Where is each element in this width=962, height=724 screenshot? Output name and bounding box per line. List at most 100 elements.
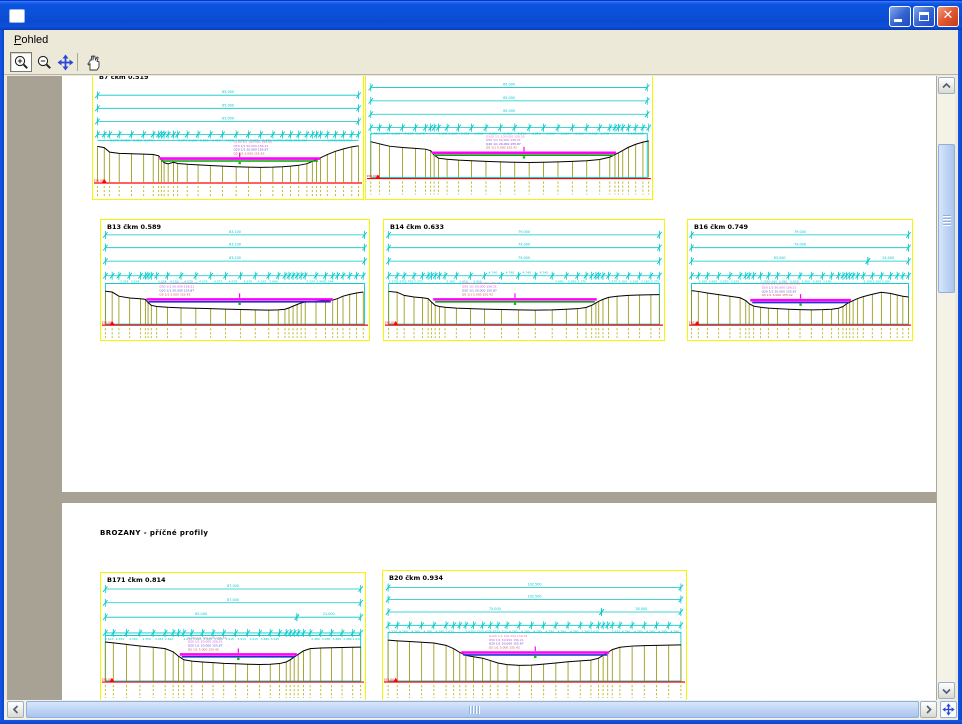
horizontal-scrollbar[interactable] (4, 700, 940, 719)
menu-bar: Pohled (4, 30, 958, 50)
svg-text:Q5 1/1 5.000 155.42: Q5 1/1 5.000 155.42 (188, 647, 219, 651)
menu-item-pohled[interactable]: Pohled (9, 32, 53, 48)
chevron-right-icon (926, 705, 932, 714)
svg-text:4.740: 4.740 (523, 271, 532, 275)
profile-chart-b171: B171 čkm 0.81487.00087.00062.00021.0002.… (100, 572, 366, 700)
vertical-scroll-thumb[interactable] (938, 144, 955, 293)
app-window: ✕ Pohled (0, 0, 962, 724)
svg-text:65.000: 65.000 (503, 109, 515, 113)
svg-text:75.000: 75.000 (489, 607, 501, 611)
document-viewport: BROZANY - příčné profily B7 čkm 0.519 65.… (4, 76, 958, 720)
svg-text:79.000: 79.000 (518, 230, 530, 234)
svg-text:87.000: 87.000 (227, 584, 239, 588)
window-icon (9, 9, 25, 23)
maximize-button[interactable] (913, 6, 935, 27)
pan-mode-button[interactable] (940, 701, 957, 718)
svg-text:83.100: 83.100 (229, 230, 241, 234)
svg-text:3.480: 3.480 (322, 637, 331, 641)
svg-text:28.000: 28.000 (635, 607, 647, 611)
app-body: Pohled (4, 30, 958, 720)
svg-text:4.740: 4.740 (506, 271, 515, 275)
svg-text:B20 čkm 0.934: B20 čkm 0.934 (389, 574, 444, 582)
thumb-grip (943, 215, 951, 216)
vertical-scrollbar[interactable] (936, 76, 955, 700)
thumb-grip (478, 706, 479, 714)
horizontal-scroll-thumb[interactable] (26, 701, 919, 718)
thumb-grip (472, 706, 473, 714)
pan-button[interactable] (54, 52, 76, 72)
thumb-grip (943, 218, 951, 219)
svg-text:Q5 1/1 5.000 155.42: Q5 1/1 5.000 155.42 (462, 292, 493, 296)
svg-text:B14 čkm 0.633: B14 čkm 0.633 (390, 223, 444, 231)
svg-text:2.610: 2.610 (105, 637, 114, 641)
svg-text:3.045: 3.045 (271, 637, 280, 641)
profile-chart-b13: B13 čkm 0.58983.10083.10083.1003.3243.32… (100, 219, 370, 341)
chevron-up-icon (942, 83, 951, 89)
svg-text:65.000: 65.000 (503, 82, 515, 86)
toolbar-separator (77, 53, 78, 71)
svg-text:Q5 1/1 5.000 155.42: Q5 1/1 5.000 155.42 (159, 292, 190, 296)
svg-text:150.00: 150.00 (367, 174, 378, 178)
close-icon: ✕ (938, 8, 958, 23)
profile-chart-p2: 65.00065.00065.0001.9502.2752.9252.9252.… (365, 76, 653, 200)
hand-icon (85, 54, 102, 71)
svg-text:4.740: 4.740 (539, 271, 548, 275)
svg-text:3.915: 3.915 (225, 637, 234, 641)
print-preview-canvas: BROZANY - příčné profily B7 čkm 0.519 65.… (7, 76, 936, 700)
toolbar (4, 50, 958, 75)
profile-chart-b20: B20 čkm 0.934102.500102.50075.00028.0003… (382, 570, 687, 700)
svg-text:65.000: 65.000 (222, 90, 234, 94)
pan-arrows-icon (57, 54, 74, 71)
section-header: BROZANY - příčné profily (100, 529, 208, 537)
title-bar[interactable]: ✕ (0, 0, 962, 30)
close-button[interactable]: ✕ (937, 6, 959, 27)
svg-text:Q5 1/1 5.000 155.42: Q5 1/1 5.000 155.42 (233, 152, 264, 156)
svg-text:63.000: 63.000 (774, 256, 786, 260)
scroll-right-button[interactable] (920, 701, 937, 718)
svg-text:4.350: 4.350 (129, 637, 138, 641)
hand-tool-button[interactable] (82, 52, 104, 72)
svg-text:65.000: 65.000 (222, 116, 234, 120)
svg-text:3.915: 3.915 (249, 637, 258, 641)
svg-text:3.915: 3.915 (155, 637, 164, 641)
window-border-right (958, 30, 962, 720)
profile-chart-p1: B7 čkm 0.51965.00065.00065.0002.2752.925… (92, 76, 364, 200)
svg-text:102.500: 102.500 (527, 583, 541, 587)
scrollbar-corner (940, 700, 958, 719)
svg-text:3.480: 3.480 (261, 637, 270, 641)
scroll-down-button[interactable] (938, 682, 955, 699)
pan-arrows-icon (942, 703, 955, 716)
chevron-down-icon (942, 688, 951, 694)
svg-text:150.00: 150.00 (102, 321, 113, 325)
svg-text:4.740: 4.740 (489, 271, 498, 275)
window-border-bottom (0, 720, 962, 724)
svg-text:4.350: 4.350 (142, 637, 151, 641)
svg-text:79.000: 79.000 (794, 243, 806, 247)
maximize-icon (919, 12, 929, 21)
zoom-in-icon (13, 54, 30, 71)
svg-text:150.00: 150.00 (384, 678, 395, 682)
zoom-in-button[interactable] (10, 52, 32, 72)
thumb-grip (943, 224, 951, 225)
svg-text:B13 čkm 0.589: B13 čkm 0.589 (107, 223, 162, 231)
svg-text:21.000: 21.000 (323, 612, 335, 616)
svg-text:B7 čkm 0.519: B7 čkm 0.519 (99, 76, 149, 81)
thumb-grip (943, 221, 951, 222)
minimize-icon (894, 19, 902, 22)
svg-text:Q5 1/1 5.000 155.42: Q5 1/1 5.000 155.42 (489, 645, 520, 649)
svg-text:79.000: 79.000 (518, 256, 530, 260)
zoom-out-button[interactable] (33, 52, 55, 72)
svg-text:2.610: 2.610 (165, 637, 174, 641)
minimize-button[interactable] (889, 6, 911, 27)
svg-text:65.000: 65.000 (222, 103, 234, 107)
svg-text:3.915: 3.915 (237, 637, 246, 641)
svg-text:24.000: 24.000 (882, 256, 894, 260)
svg-text:150.00: 150.00 (385, 321, 396, 325)
svg-text:102.500: 102.500 (527, 594, 541, 598)
svg-text:3.480: 3.480 (343, 637, 352, 641)
svg-text:150.00: 150.00 (94, 178, 105, 182)
thumb-grip (469, 706, 470, 714)
scroll-up-button[interactable] (938, 77, 955, 94)
svg-text:B16 čkm 0.749: B16 čkm 0.749 (694, 223, 749, 231)
scroll-left-button[interactable] (7, 701, 24, 718)
